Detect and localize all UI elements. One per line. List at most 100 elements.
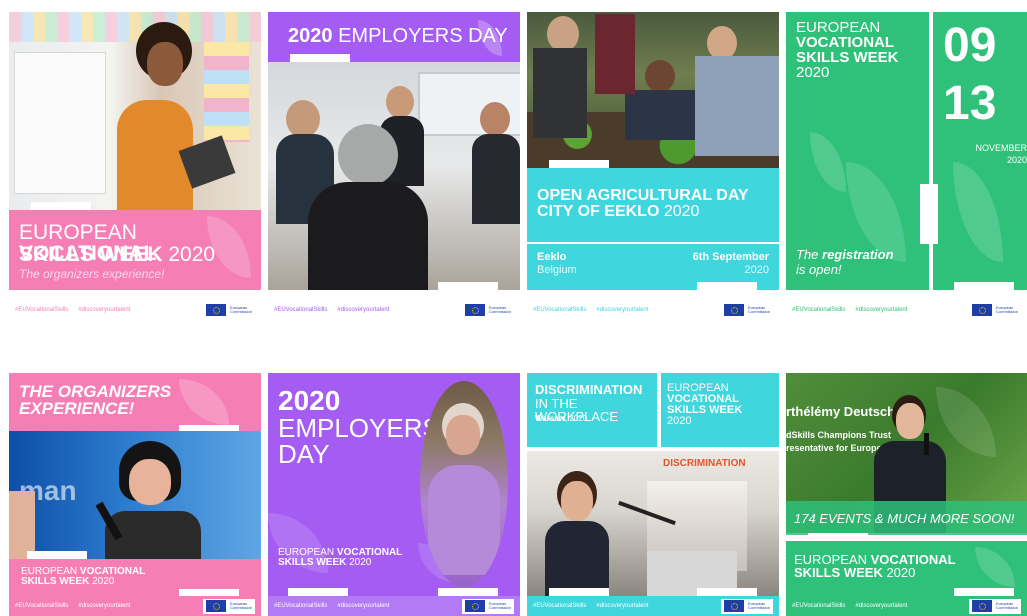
eu-commission-logo: European Commission [969,598,1021,614]
banner-text: DISCRIMINATION [663,458,746,469]
event-title-l3: SKILLS WEEK [796,49,899,66]
card-photo-worker [420,381,508,587]
card-1[interactable]: EUROPEAN VOCATIONAL SKILLS WEEK 2020 The… [9,12,261,326]
eu-flag-icon [465,304,485,316]
hashtag-vet[interactable]: #EUVocationalSkills [274,307,327,313]
card-photo-speaker: man [9,431,261,559]
leaf-shape [810,132,846,192]
hashtag-vet[interactable]: #EUVocationalSkills [15,307,68,313]
card-panel: 2020 EMPLOYERS DAY EUROPEAN VOCATIONAL S… [268,373,520,596]
title-year: 2020 [663,203,700,220]
hashtag-talent[interactable]: #discoveryourtalent [337,603,389,609]
hashtag-talent[interactable]: #discoveryourtalent [596,307,648,313]
card-title-panel: OPEN AGRICULTURAL DAY CITY OF EEKLO 2020 [527,168,779,242]
hashtag-talent[interactable]: #discoveryourtalent [855,307,907,313]
leaf-shape [936,387,996,457]
event-title-line1: OPEN AGRICULTURAL DAY [537,187,749,204]
event-year: 2020 [744,264,769,276]
commission-label: European Commission [489,305,512,314]
event-title-line2: SKILLS WEEK 2020 [278,558,371,568]
reg-the: The [796,247,823,262]
title-bold: SKILLS WEEK [794,565,887,580]
date-day2: 13 [943,77,997,130]
card-footer: #EUVocationalSkills #discoveryourtalent … [9,290,261,326]
card-4[interactable]: EUROPEAN VOCATIONAL SKILLS WEEK 2020 The… [786,12,1027,326]
reg-open: is open! [796,261,842,277]
event-title-line1: THE ORGANIZERS [19,382,172,401]
speaker-name: rthélémy Deutsch [786,404,896,419]
commission-label: European Commission [489,601,512,610]
card-2[interactable]: 2020 EMPLOYERS DAY #EUVocationalSkills #… [268,12,520,326]
title-bold: SKILLS WEEK [278,557,350,568]
card-6[interactable]: 2020 EMPLOYERS DAY EUROPEAN VOCATIONAL S… [268,373,520,616]
hashtag-vet[interactable]: #EUVocationalSkills [533,307,586,313]
event-title-line2: SKILLS WEEK 2020 [21,577,114,587]
card-left-header: DISCRIMINATION IN THE WORKPLACE Warsaw, … [527,373,657,447]
registration-text: The registration is open! [796,247,894,278]
card-footer: #EUVocationalSkills #discoveryourtalent … [527,596,779,616]
event-title: 2020 EMPLOYERS DAY [288,26,508,46]
hashtag-talent[interactable]: #discoveryourtalent [78,603,130,609]
hashtag-vet[interactable]: #EUVocationalSkills [792,307,845,313]
eu-flag-icon [724,304,744,316]
hashtag-vet[interactable]: #EUVocationalSkills [15,603,68,609]
event-title-employers: EMPLOYERS [278,413,440,443]
title-year: 2020 [886,565,916,580]
eu-commission-logo: European Commission [462,302,514,318]
eu-flag-icon [724,600,744,612]
card-right-header: EUROPEAN VOCATIONAL SKILLS WEEK 2020 [661,373,779,447]
commission-label: European Commission [996,601,1019,610]
card-3[interactable]: OPEN AGRICULTURAL DAY CITY OF EEKLO 2020… [527,12,779,326]
leaf-shape [179,379,229,425]
hashtag-vet[interactable]: #EUVocationalSkills [274,603,327,609]
event-title-line1: DISCRIMINATION [535,382,643,397]
card-photo-meeting [268,62,520,290]
event-title-year: 2020 [278,385,341,416]
eu-flag-icon [972,304,992,316]
title-light: EMPLOYERS DAY [338,25,508,47]
event-city: Warsaw [535,414,565,423]
hashtag-talent[interactable]: #discoveryourtalent [855,603,907,609]
card-7[interactable]: DISCRIMINATION IN THE WORKPLACE Warsaw, … [527,373,779,616]
eu-commission-logo: European Commission [203,302,255,318]
card-photo-conference: DISCRIMINATION [527,451,779,596]
card-tab [920,184,938,244]
commission-label: European Commission [230,601,253,610]
title-year: 2020 [349,557,372,568]
eu-commission-logo: European Commission [203,598,255,614]
date-year: 2020 [1006,155,1027,165]
card-right-panel: 09 13 NOVEMBER 2020 [933,12,1027,290]
event-year: , 2020 [564,414,588,423]
card-5[interactable]: THE ORGANIZERS EXPERIENCE! man EUROPEAN … [9,373,261,616]
title-year: 2020 [92,576,115,587]
title-bold: CITY OF EEKLO [537,203,664,220]
card-left-panel: EUROPEAN VOCATIONAL SKILLS WEEK 2020 The… [786,12,929,290]
reg-bold: registration [822,247,894,262]
speaker-role2: resentative for Europe [786,443,882,453]
hashtag-talent[interactable]: #discoveryourtalent [337,307,389,313]
card-8[interactable]: rthélémy Deutsch dSkills Champions Trust… [786,373,1027,616]
card-photo-garden [527,12,779,168]
leaf-shape [975,547,1015,587]
commission-label: European Commission [996,305,1019,314]
title-bold: SKILLS WEEK [19,243,169,266]
event-title-line2: SKILLS WEEK 2020 [794,566,915,579]
hashtag-vet[interactable]: #EUVocationalSkills [533,603,586,609]
hashtag-talent[interactable]: #discoveryourtalent [78,307,130,313]
event-city: Eeklo [537,251,567,263]
event-title-line2: EXPERIENCE! [19,399,135,418]
event-title-l1: EUROPEAN [796,19,881,36]
event-title-line2: CITY OF EEKLO 2020 [537,204,699,220]
card-footer-panel: EUROPEAN VOCATIONAL SKILLS WEEK 2020 The… [9,210,261,290]
event-title-r4: 2020 [667,415,692,427]
card-footer: #EUVocationalSkills #discoveryourtalent … [268,290,520,326]
event-title-l4: 2020 [796,64,830,81]
eu-commission-logo: European Commission [462,598,514,614]
card-header-panel: THE ORGANIZERS EXPERIENCE! [9,373,261,431]
eu-commission-logo: European Commission [721,302,773,318]
leaf-shape [953,162,1003,262]
hashtag-vet[interactable]: #EUVocationalSkills [792,603,845,609]
headline-panel: 174 EVENTS & MUCH MORE SOON! [786,501,1027,535]
hashtag-talent[interactable]: #discoveryourtalent [596,603,648,609]
speaker-role1: dSkills Champions Trust [786,430,892,440]
